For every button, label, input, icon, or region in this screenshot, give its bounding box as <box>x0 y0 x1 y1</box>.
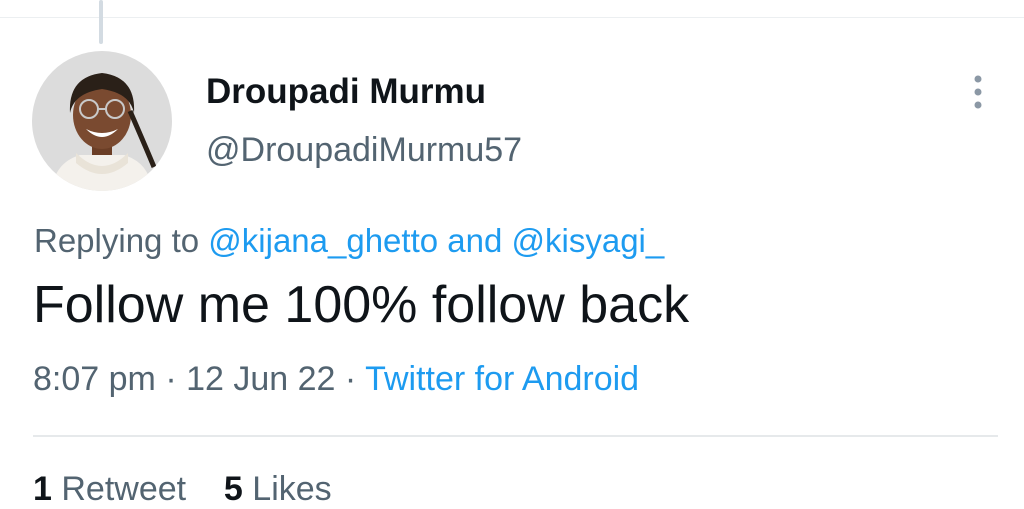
avatar[interactable] <box>32 51 172 191</box>
mention-conjunction: and <box>447 222 503 259</box>
avatar-image <box>32 51 172 191</box>
like-label: Likes <box>252 470 332 508</box>
mention-link[interactable]: @kijana_ghetto <box>208 222 438 259</box>
more-vertical-icon <box>974 75 982 109</box>
replying-to-label: Replying to <box>34 222 200 259</box>
author-display-name[interactable]: Droupadi Murmu <box>206 72 486 112</box>
mention-link[interactable]: @kisyagi_ <box>512 222 665 259</box>
tweet-source-link[interactable]: Twitter for Android <box>365 360 639 398</box>
tweet-time[interactable]: 8:07 pm <box>33 360 156 398</box>
stats-divider <box>33 435 998 437</box>
meta-separator: · <box>165 360 177 398</box>
tweet-stats: 1 Retweet 5 Likes <box>33 470 332 509</box>
tweet-text: Follow me 100% follow back <box>33 276 690 334</box>
retweet-label: Retweet <box>61 470 187 508</box>
retweet-count: 1 <box>33 470 52 508</box>
reply-context: Replying to @kijana_ghetto and @kisyagi_ <box>34 222 664 260</box>
like-count: 5 <box>223 470 243 508</box>
like-stat[interactable]: 5 Likes <box>224 470 332 508</box>
more-options-button[interactable] <box>966 72 990 116</box>
thread-connector-line <box>99 0 103 44</box>
retweet-stat[interactable]: 1 Retweet <box>33 470 186 508</box>
author-handle[interactable]: @DroupadiMurmu57 <box>206 131 522 170</box>
tweet-date[interactable]: 12 Jun 22 <box>186 360 335 398</box>
top-divider <box>0 17 1024 18</box>
tweet-meta: 8:07 pm · 12 Jun 22 · Twitter for Androi… <box>33 360 639 399</box>
meta-separator: · <box>344 360 357 398</box>
